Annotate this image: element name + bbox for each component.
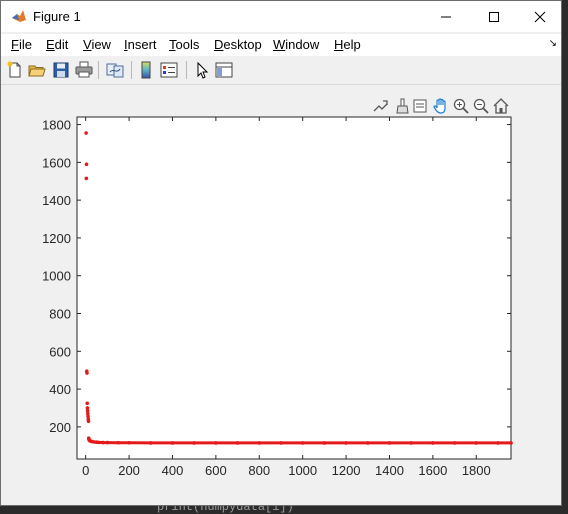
y-tick-label: 1200 xyxy=(42,231,71,246)
y-tick-label: 1800 xyxy=(42,118,71,133)
data-point xyxy=(322,441,327,445)
figure-window: Figure 1 File Edit View Insert Tools Des… xyxy=(0,0,562,506)
y-tick-label: 600 xyxy=(49,344,71,359)
data-point xyxy=(86,419,91,424)
y-tick-label: 1600 xyxy=(42,155,71,170)
data-point xyxy=(85,401,89,406)
x-tick-label: 600 xyxy=(205,463,227,478)
data-point xyxy=(116,440,121,445)
axes-box xyxy=(76,116,512,460)
data-point xyxy=(101,440,105,445)
data-point xyxy=(84,131,88,135)
data-point xyxy=(148,441,153,445)
data-point xyxy=(84,162,89,167)
x-tick-label: 1000 xyxy=(288,463,317,478)
data-point xyxy=(127,440,131,445)
x-tick-label: 0 xyxy=(82,463,89,478)
y-tick-label: 200 xyxy=(49,420,71,435)
x-tick-label: 1400 xyxy=(375,463,404,478)
scatter-plot[interactable]: 0 200 400 600 800 1000 1200 1400 1600 1800 200 400 6… xyxy=(1,1,561,505)
data-point xyxy=(192,441,196,445)
data-point xyxy=(279,441,283,445)
data-point xyxy=(509,441,513,445)
x-tick-label: 1600 xyxy=(418,463,447,478)
data-point xyxy=(96,440,101,445)
data-point xyxy=(214,441,218,445)
x-tick-label: 800 xyxy=(248,463,270,478)
x-tick-label: 1800 xyxy=(462,463,491,478)
data-point xyxy=(409,441,413,445)
data-point xyxy=(344,441,348,445)
data-point xyxy=(84,176,89,181)
data-point xyxy=(105,440,110,445)
y-tick-label: 1400 xyxy=(42,193,71,208)
x-tick-label: 200 xyxy=(118,463,140,478)
data-point xyxy=(365,441,370,445)
y-tick-label: 800 xyxy=(49,307,71,322)
data-point xyxy=(496,441,500,445)
data-point xyxy=(387,441,392,445)
data-point xyxy=(474,441,479,445)
data-point xyxy=(431,441,435,445)
x-tick-label: 1200 xyxy=(332,463,361,478)
y-tick-label: 400 xyxy=(49,382,71,397)
data-point xyxy=(85,371,89,375)
data-point xyxy=(257,441,262,445)
data-point xyxy=(300,441,305,445)
data-point xyxy=(170,441,175,445)
data-point xyxy=(452,441,457,445)
data-point xyxy=(235,441,240,445)
x-tick-label: 400 xyxy=(162,463,184,478)
y-tick-label: 1000 xyxy=(42,269,71,284)
